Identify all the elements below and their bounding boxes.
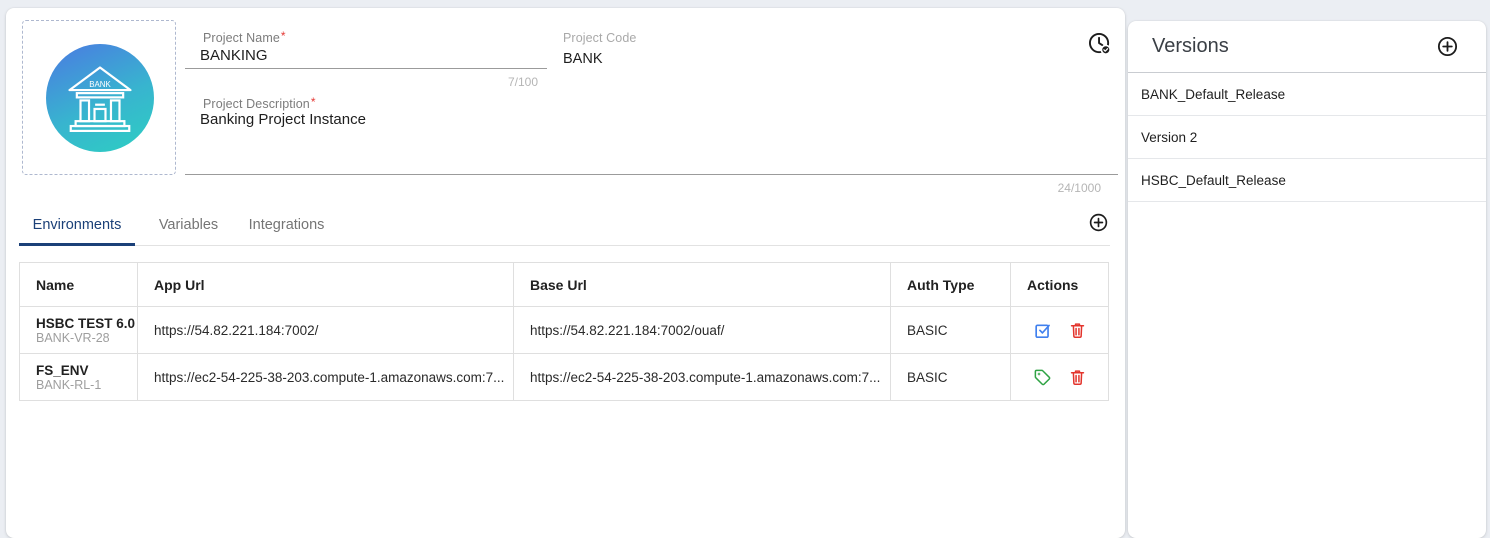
column-header-name: Name: [19, 262, 138, 307]
env-code: BANK-RL-1: [36, 377, 102, 392]
add-environment-icon[interactable]: [1088, 212, 1109, 233]
tab-environments[interactable]: Environments: [19, 217, 135, 233]
env-name-cell: FS_ENV BANK-RL-1: [19, 353, 138, 401]
env-auth-type-cell: BASIC: [890, 306, 1011, 354]
table-row: HSBC TEST 6.0 BANK-VR-28 https://54.82.221…: [19, 306, 1109, 354]
versions-header: Versions: [1128, 21, 1486, 73]
project-description-counter: 24/1000: [1057, 181, 1101, 195]
versions-list: BANK_Default_Release Version 2 HSBC_Defaul…: [1128, 73, 1486, 202]
env-app-url-cell: https://54.82.221.184:7002/: [137, 306, 514, 354]
env-actions-cell: [1010, 306, 1109, 354]
project-description-label: Project Description*: [203, 95, 316, 111]
bank-icon: BANK: [68, 66, 132, 133]
env-actions-cell: [1010, 353, 1109, 401]
delete-icon[interactable]: [1068, 321, 1087, 340]
required-asterisk: *: [310, 95, 316, 109]
project-details-panel: BANK Project Name* BANKING 7/100 Project…: [6, 8, 1125, 538]
project-description-underline: [185, 174, 1118, 175]
add-version-icon[interactable]: [1436, 35, 1459, 58]
env-app-url-cell: https://ec2-54-225-38-203.compute-1.amaz…: [137, 353, 514, 401]
tag-icon[interactable]: [1033, 368, 1052, 387]
tab-integrations[interactable]: Integrations: [236, 217, 337, 233]
versions-panel: Versions BANK_Default_Release Version 2 HS…: [1128, 21, 1486, 538]
project-name-label: Project Name*: [203, 29, 286, 45]
project-name-underline: [185, 68, 547, 69]
column-header-auth-type: Auth Type: [890, 262, 1011, 307]
delete-icon[interactable]: [1068, 368, 1087, 387]
project-name-input[interactable]: BANKING: [200, 47, 268, 64]
env-code: BANK-VR-28: [36, 330, 110, 345]
env-name: FS_ENV: [36, 362, 89, 378]
version-item[interactable]: HSBC_Default_Release: [1128, 159, 1486, 202]
project-description-input[interactable]: Banking Project Instance: [200, 111, 366, 128]
bank-icon-text: BANK: [89, 80, 111, 89]
column-header-base-url: Base Url: [513, 262, 891, 307]
tabs-divider: [19, 245, 1110, 246]
versions-title: Versions: [1152, 35, 1229, 57]
active-tab-indicator: [19, 243, 135, 246]
env-auth-type-cell: BASIC: [890, 353, 1011, 401]
environments-table: Name App Url Base Url Auth Type Actions …: [19, 262, 1109, 401]
column-header-actions: Actions: [1010, 262, 1109, 307]
project-code-value: BANK: [563, 51, 603, 67]
project-avatar: BANK: [46, 44, 154, 152]
column-header-app-url: App Url: [137, 262, 514, 307]
project-icon-upload[interactable]: BANK: [22, 20, 176, 175]
select-check-icon[interactable]: [1033, 321, 1052, 340]
version-item[interactable]: BANK_Default_Release: [1128, 73, 1486, 116]
tab-variables[interactable]: Variables: [145, 217, 232, 233]
env-base-url-cell: https://54.82.221.184:7002/ouaf/: [513, 306, 891, 354]
history-icon[interactable]: [1086, 30, 1113, 57]
project-code-label: Project Code: [563, 31, 637, 45]
table-header-row: Name App Url Base Url Auth Type Actions: [19, 262, 1109, 307]
table-row: FS_ENV BANK-RL-1 https://ec2-54-225-38-203…: [19, 353, 1109, 401]
env-base-url-cell: https://ec2-54-225-38-203.compute-1.amaz…: [513, 353, 891, 401]
version-item[interactable]: Version 2: [1128, 116, 1486, 159]
env-name-cell: HSBC TEST 6.0 BANK-VR-28: [19, 306, 138, 354]
required-asterisk: *: [280, 29, 286, 43]
project-name-counter: 7/100: [507, 75, 538, 89]
env-name: HSBC TEST 6.0: [36, 315, 136, 331]
